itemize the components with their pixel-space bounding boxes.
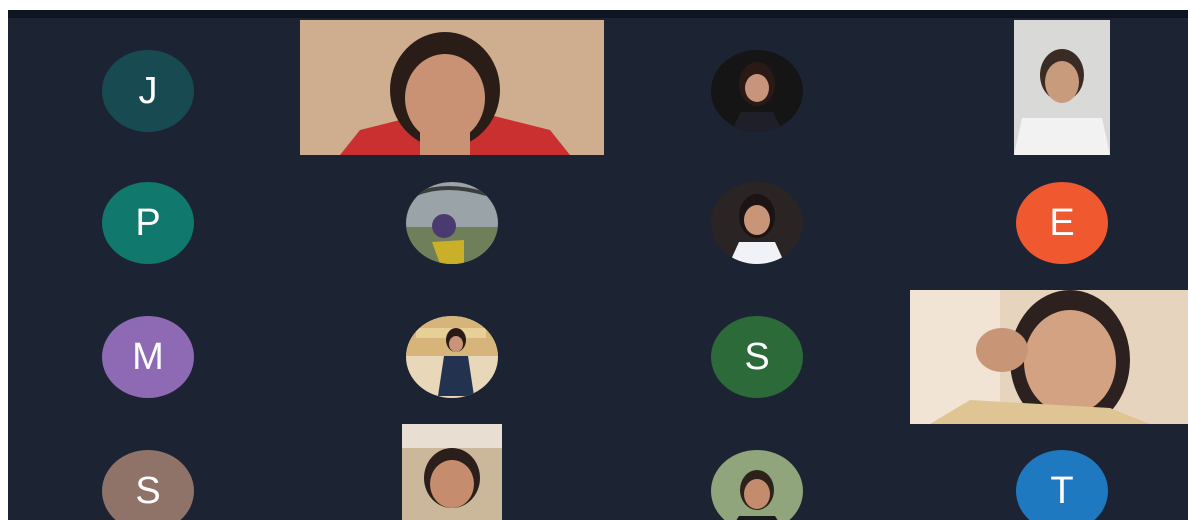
participant-avatar-t[interactable]: T [1016, 450, 1108, 520]
participant-avatar-s[interactable]: S [711, 316, 803, 398]
participant-avatar-j[interactable]: J [102, 50, 194, 132]
video-feed [402, 424, 502, 520]
participant-video-tile-1[interactable] [300, 20, 604, 155]
participant-video-tile-3[interactable] [910, 290, 1188, 424]
video-feed [1014, 20, 1110, 155]
participant-avatar-photo-3[interactable] [711, 182, 803, 264]
participant-video-tile-2[interactable] [1014, 20, 1110, 155]
participant-avatar-photo-4[interactable] [406, 316, 498, 398]
avatar-initial: T [1050, 469, 1074, 512]
avatar-initial: J [138, 69, 158, 112]
participant-video-tile-4[interactable] [402, 424, 502, 520]
participant-avatar-p[interactable]: P [102, 182, 194, 264]
avatar-initial: P [135, 201, 161, 244]
avatar-initial: E [1049, 201, 1075, 244]
avatar-photo [406, 182, 498, 264]
top-bar [8, 10, 1188, 18]
video-call-grid: J P E M S S T [8, 10, 1188, 520]
participant-avatar-photo-2[interactable] [406, 182, 498, 264]
avatar-initial: S [135, 469, 161, 512]
avatar-initial: M [132, 335, 164, 378]
participant-avatar-s-2[interactable]: S [102, 450, 194, 520]
participant-avatar-e[interactable]: E [1016, 182, 1108, 264]
video-feed [910, 290, 1188, 424]
avatar-photo [711, 450, 803, 520]
participant-avatar-m[interactable]: M [102, 316, 194, 398]
avatar-photo [406, 316, 498, 398]
avatar-initial: S [744, 335, 770, 378]
avatar-photo [711, 50, 803, 132]
participant-avatar-photo-1[interactable] [711, 50, 803, 132]
participant-avatar-photo-5[interactable] [711, 450, 803, 520]
video-feed [300, 20, 604, 155]
avatar-photo [711, 182, 803, 264]
